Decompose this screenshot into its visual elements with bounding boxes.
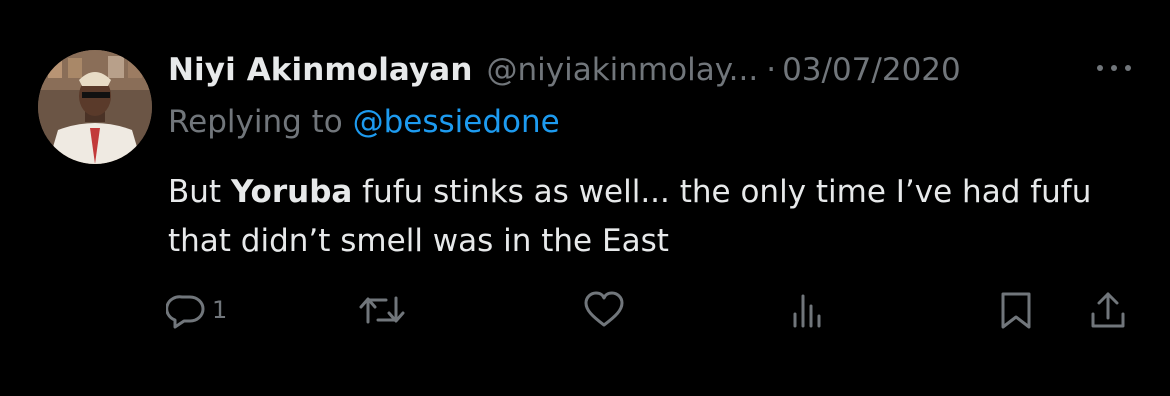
tweet[interactable]: Niyi Akinmolayan @niyiakinmolay... · 03/… (0, 0, 1170, 396)
author-handle[interactable]: @niyiakinmolay... (487, 52, 759, 88)
header-separator: · (766, 52, 777, 88)
reply-icon (166, 290, 206, 330)
tweet-text-bold: Yoruba (230, 174, 353, 210)
tweet-text-part1: But (168, 174, 231, 210)
bookmark-icon (996, 290, 1036, 330)
replying-prefix: Replying to (168, 104, 353, 140)
reply-button[interactable]: 1 (166, 288, 227, 332)
author-name[interactable]: Niyi Akinmolayan (168, 52, 473, 88)
tweet-text: But Yoruba fufu stinks as well... the on… (168, 168, 1148, 266)
more-horizontal-icon[interactable] (1094, 58, 1134, 78)
like-button[interactable] (582, 288, 626, 332)
views-button[interactable] (788, 288, 828, 332)
tweet-header: Niyi Akinmolayan @niyiakinmolay... · 03/… (168, 48, 961, 92)
share-button[interactable] (1088, 288, 1128, 332)
share-icon (1088, 290, 1128, 330)
replying-mention[interactable]: @bessiedone (353, 104, 560, 140)
reply-count: 1 (212, 296, 228, 324)
retweet-button[interactable] (358, 288, 406, 332)
tweet-date[interactable]: 03/07/2020 (782, 52, 961, 88)
replying-line: Replying to @bessiedone (168, 104, 560, 140)
retweet-icon (358, 290, 406, 330)
heart-icon (582, 290, 626, 330)
views-icon (788, 290, 828, 330)
bookmark-button[interactable] (996, 288, 1036, 332)
avatar[interactable] (38, 50, 152, 164)
